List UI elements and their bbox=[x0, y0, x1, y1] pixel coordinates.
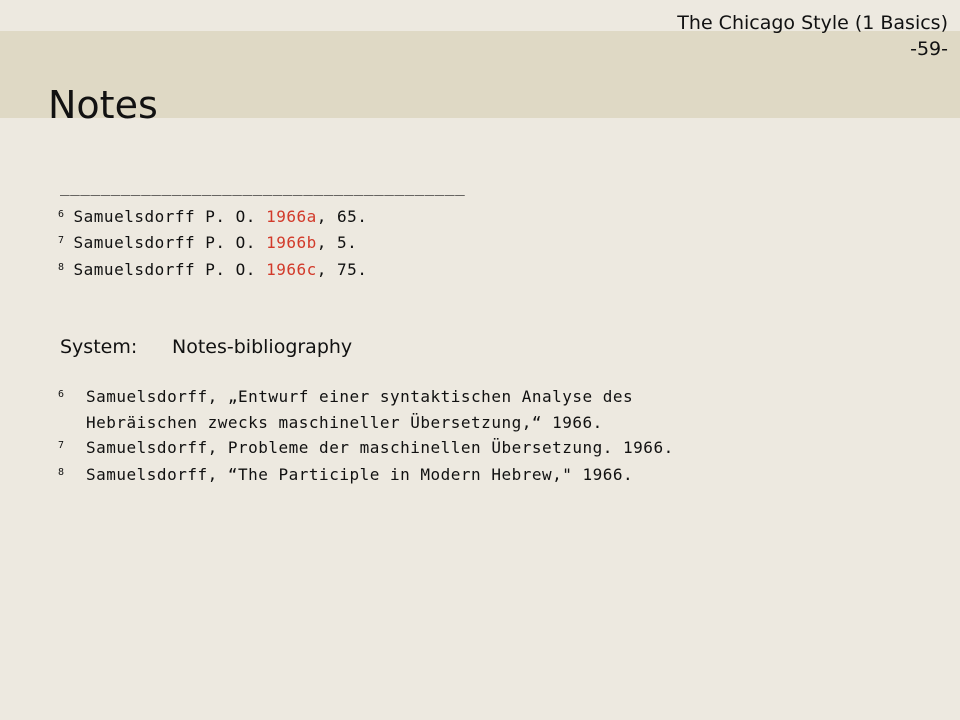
short-note-7: 7 Samuelsdorff P. O. 1966b, 5. bbox=[58, 232, 357, 257]
short-note-8: 8 Samuelsdorff P. O. 1966c, 75. bbox=[58, 259, 367, 284]
note-number: 7 bbox=[58, 235, 65, 246]
note-author: Samuelsdorff P. O. bbox=[73, 207, 267, 226]
bib-note-8: 8 Samuelsdorff, “The Participle in Modern… bbox=[58, 462, 633, 491]
note-year: 1966b bbox=[266, 233, 317, 252]
note-number: 7 bbox=[58, 440, 65, 451]
note-number: 8 bbox=[58, 262, 65, 273]
note-author: Samuelsdorff P. O. bbox=[73, 260, 267, 279]
note-author: Samuelsdorff P. O. bbox=[73, 233, 267, 252]
note-text: Hebräischen zwecks maschineller Übersetz… bbox=[86, 413, 603, 432]
note-page: , 75. bbox=[316, 260, 368, 279]
system-value: Notes-bibliography bbox=[172, 336, 353, 358]
course-title: The Chicago Style (1 Basics) bbox=[677, 12, 948, 34]
note-number: 6 bbox=[58, 209, 65, 220]
note-number: 6 bbox=[58, 389, 65, 400]
slide-header: The Chicago Style (1 Basics) -59- bbox=[677, 10, 948, 62]
note-text: Samuelsdorff, Probleme der maschinellen … bbox=[86, 438, 674, 457]
system-row: System: Notes-bibliography bbox=[60, 334, 352, 360]
system-label: System: bbox=[60, 336, 138, 358]
note-year: 1966a bbox=[266, 207, 317, 226]
slide-title: Notes bbox=[48, 83, 158, 127]
bib-note-7: 7 Samuelsdorff, Probleme der maschinellen… bbox=[58, 435, 674, 464]
note-year: 1966c bbox=[266, 260, 317, 279]
note-text: Samuelsdorff, „Entwurf einer syntaktisch… bbox=[86, 387, 634, 406]
bib-note-6-continuation: Hebräischen zwecks maschineller Übersetz… bbox=[58, 410, 603, 436]
note-number: 8 bbox=[58, 467, 65, 478]
short-note-6: 6 Samuelsdorff P. O. 1966a, 65. bbox=[58, 206, 367, 231]
page-number: -59- bbox=[910, 38, 948, 60]
note-text: Samuelsdorff, “The Participle in Modern … bbox=[86, 465, 634, 484]
footnote-divider: ________________________________________ bbox=[60, 177, 466, 196]
bib-note-6: 6 Samuelsdorff, „Entwurf einer syntaktisc… bbox=[58, 384, 633, 413]
note-page: , 65. bbox=[316, 207, 368, 226]
note-page: , 5. bbox=[316, 233, 358, 252]
